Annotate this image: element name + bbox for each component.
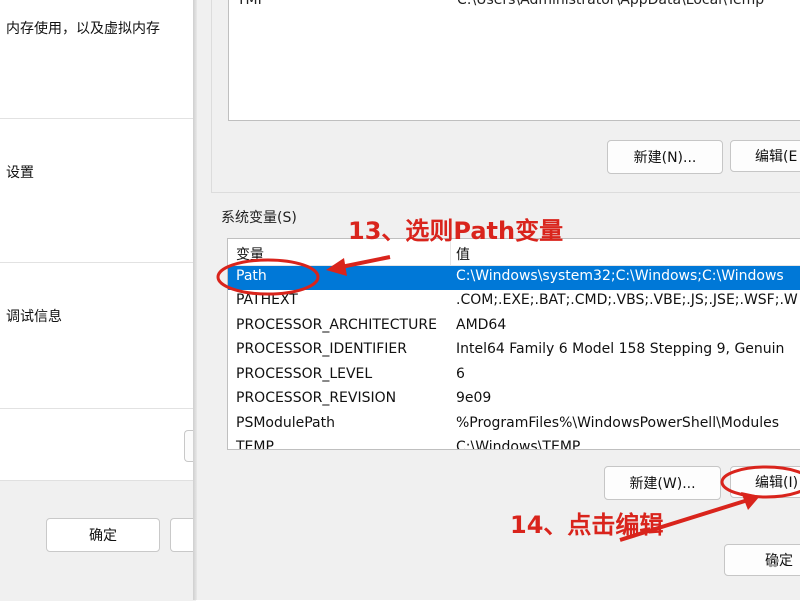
watermark-logo: ✿ — [766, 551, 780, 571]
step13-annotation: 13、选则Path变量 — [348, 217, 564, 245]
annotation-overlay — [216, 255, 800, 542]
step13-arrowhead — [326, 258, 347, 276]
path-highlight-circle — [216, 258, 320, 296]
step14-annotation: 14、点击编辑 — [510, 511, 664, 539]
edit-highlight-circle — [720, 465, 800, 499]
